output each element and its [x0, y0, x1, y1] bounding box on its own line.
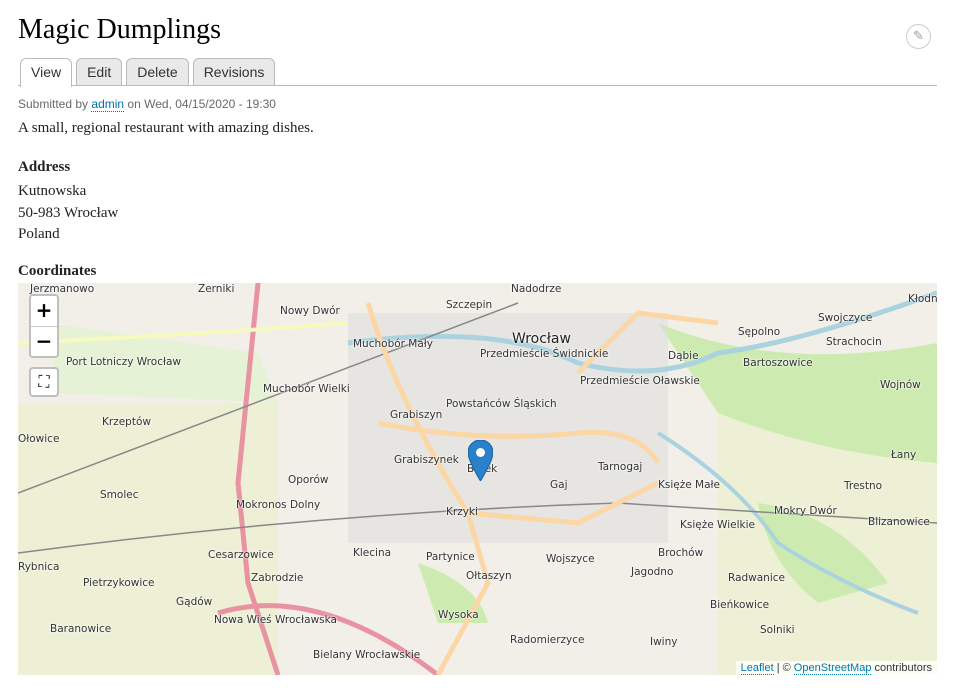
- leaflet-link[interactable]: Leaflet: [740, 662, 774, 675]
- place-label: Tarnogaj: [598, 461, 643, 473]
- map[interactable]: Jerzmanowo Żerniki Nowy Dwór Szczepin Nadodr…: [18, 283, 937, 675]
- attribution-contributors: contributors: [874, 662, 932, 674]
- place-label: Klecina: [353, 547, 392, 559]
- place-label: Brochów: [658, 547, 704, 559]
- place-label: Mokry Dwór: [774, 505, 837, 517]
- tab-delete[interactable]: Delete: [126, 58, 189, 85]
- place-label: Powstańców Śląskich: [446, 398, 557, 410]
- submitted-info: Submitted by admin on Wed, 04/15/2020 - …: [18, 97, 276, 112]
- place-label: Wojszyce: [546, 553, 595, 565]
- place-label: Grabiszyn: [390, 409, 443, 421]
- place-label: Krzyki: [446, 506, 478, 518]
- tab-edit[interactable]: Edit: [76, 58, 123, 85]
- place-label: Rybnica: [18, 561, 60, 573]
- tabs: View Edit Delete Revisions: [18, 58, 937, 87]
- place-label: Partynice: [426, 551, 475, 563]
- place-label: Krzeptów: [102, 416, 151, 428]
- place-label: Przedmieście Oławskie: [580, 375, 700, 387]
- address-value: Kutnowska 50-983 Wrocław Poland: [18, 181, 118, 246]
- place-label: Gądów: [176, 596, 213, 608]
- coordinates-label: Coordinates: [18, 263, 97, 279]
- zoom-in-button[interactable]: +: [31, 296, 57, 326]
- place-label: Pietrzykowice: [83, 577, 155, 589]
- place-label: Smolec: [100, 489, 139, 501]
- attribution-separator: | ©: [776, 662, 791, 674]
- place-label: Nowa Wieś Wrocławska: [214, 614, 337, 626]
- place-label: Swojczyce: [818, 312, 873, 324]
- place-label: Nowy Dwór: [280, 305, 340, 317]
- place-label: Łany: [891, 449, 917, 461]
- address-label: Address: [18, 159, 71, 175]
- place-label: Ołowice: [18, 433, 60, 445]
- place-label: Przedmieście Świdnickie: [480, 348, 609, 360]
- place-label: Żerniki: [198, 283, 235, 295]
- place-label: Nadodrze: [511, 283, 562, 295]
- pencil-icon[interactable]: ✎: [906, 24, 931, 49]
- place-label: Cesarzowice: [208, 549, 274, 561]
- tab-revisions[interactable]: Revisions: [192, 58, 276, 85]
- place-label: Trestno: [844, 480, 883, 492]
- place-label: Bielany Wrocławskie: [313, 649, 421, 661]
- place-label: Wojnów: [880, 379, 921, 391]
- address-line: 50-983 Wrocław: [18, 204, 119, 221]
- place-label: Księże Małe: [658, 479, 720, 491]
- place-label: Solniki: [760, 624, 795, 636]
- address-line: Kutnowska: [18, 183, 87, 199]
- place-label: Księże Wielkie: [680, 519, 755, 531]
- place-label: Oporów: [288, 474, 329, 486]
- place-label: Sępolno: [738, 326, 781, 338]
- place-label: Grabiszynek: [394, 454, 459, 466]
- place-label: Wrocław: [512, 331, 571, 347]
- place-label: Baranowice: [50, 623, 112, 635]
- body-text: A small, regional restaurant with amazin…: [18, 120, 314, 136]
- osm-link[interactable]: OpenStreetMap: [793, 662, 872, 675]
- place-label: Jagodno: [631, 566, 674, 578]
- place-label: Bartoszowice: [743, 357, 813, 369]
- place-label: Mokronos Dolny: [236, 499, 321, 511]
- fullscreen-icon[interactable]: ⛶: [29, 367, 59, 397]
- place-label: Kłodnica: [908, 293, 937, 305]
- place-label: Bieńkowice: [710, 599, 770, 611]
- zoom-out-button[interactable]: −: [31, 326, 57, 356]
- author-link[interactable]: admin: [91, 97, 125, 112]
- place-label: Gaj: [550, 479, 568, 491]
- tab-view[interactable]: View: [20, 58, 73, 87]
- place-label: Strachocin: [826, 336, 882, 348]
- place-label: Muchobór Mały: [353, 338, 434, 350]
- submitted-date: on Wed, 04/15/2020 - 19:30: [127, 97, 276, 111]
- address-line: Poland: [18, 226, 60, 242]
- place-label: Zabrodzie: [251, 572, 304, 584]
- place-label: Muchobór Wielki: [263, 383, 350, 395]
- place-label: Wysoka: [438, 609, 479, 621]
- place-label: Port Lotniczy Wrocław: [66, 356, 181, 368]
- submitted-prefix: Submitted by: [18, 97, 89, 111]
- place-label: Ołtaszyn: [466, 570, 512, 582]
- page-title: Magic Dumplings: [18, 14, 221, 45]
- place-label: Blizanowice: [868, 516, 930, 528]
- place-label: Radwanice: [728, 572, 785, 584]
- map-attribution: Leaflet | © OpenStreetMap contributors: [735, 661, 937, 675]
- place-label: Iwiny: [650, 636, 678, 648]
- place-label: Dąbie: [668, 350, 699, 362]
- place-label: Szczepin: [446, 299, 493, 311]
- zoom-control: + −: [29, 294, 59, 358]
- place-label: Radomierzyce: [510, 634, 585, 646]
